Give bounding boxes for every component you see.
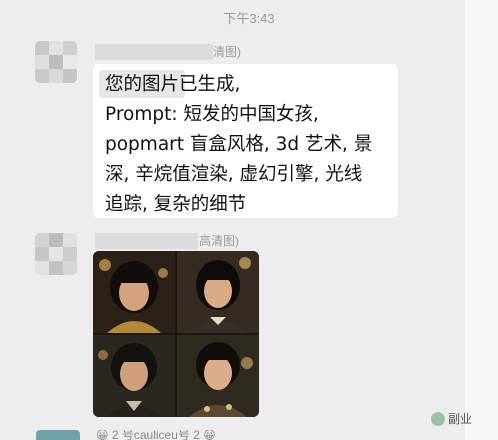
message-bubble[interactable]: 您的图片已生成, Prompt: 短发的中国女孩, popmart 盲盒风格, … xyxy=(93,64,398,218)
generated-image-3[interactable] xyxy=(93,335,175,417)
blurred-name xyxy=(95,233,198,249)
preview-text: 😀 2 号cauliceu号 2 😀 xyxy=(96,430,216,440)
message-text: 您的图片已生成, Prompt: 短发的中国女孩, popmart 盲盒风格, … xyxy=(105,74,373,215)
generated-image-2[interactable] xyxy=(177,251,259,333)
sender-name: 清图) xyxy=(95,44,255,60)
wechat-account-icon xyxy=(431,411,445,426)
generated-image-1[interactable] xyxy=(93,251,175,333)
avatar[interactable] xyxy=(35,233,77,275)
sender-name: 高清图) xyxy=(95,233,255,249)
scrollbar-area xyxy=(465,0,498,440)
watermark: 副业 xyxy=(431,410,472,427)
avatar[interactable] xyxy=(35,41,77,83)
next-message-preview: 😀 2 号cauliceu号 2 😀 xyxy=(36,430,456,440)
blurred-name xyxy=(95,44,213,60)
generated-image-grid[interactable] xyxy=(93,251,259,417)
message-timestamp: 下午3:43 xyxy=(223,11,275,26)
generated-image-4[interactable] xyxy=(177,335,259,417)
avatar[interactable] xyxy=(36,430,80,440)
